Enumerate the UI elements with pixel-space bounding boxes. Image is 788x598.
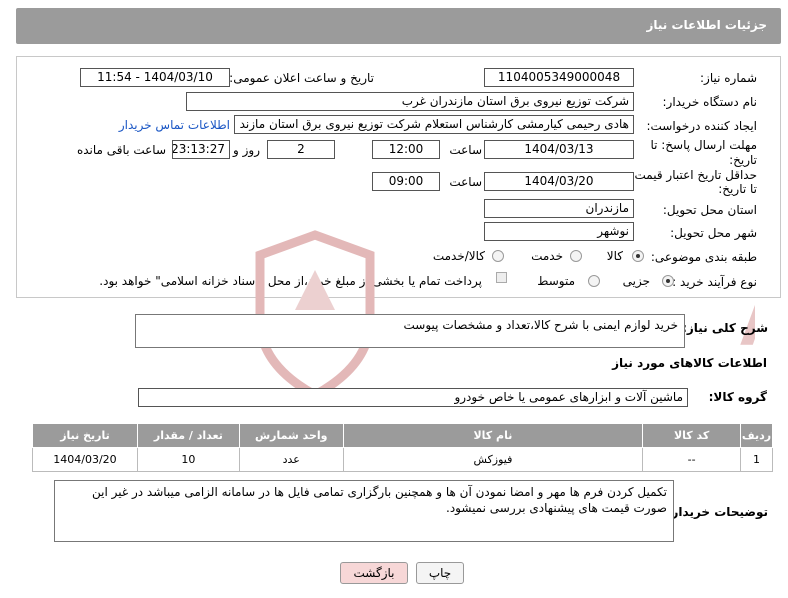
category-option-goods: کالا (606, 249, 623, 263)
back-button[interactable]: بازگشت (340, 562, 408, 584)
need-number-label: شماره نیاز: (700, 71, 757, 85)
col-header-quantity: تعداد / مقدار (136, 423, 240, 448)
print-button[interactable]: چاپ (416, 562, 464, 584)
col-header-goods-code: کد کالا (642, 423, 742, 448)
category-radio-goods[interactable] (632, 250, 644, 262)
creator-field: هادی رحیمی کیارمشی کارشناس استعلام شرکت … (234, 115, 634, 134)
announce-field: 1404/03/10 - 11:54 (80, 68, 230, 87)
category-label: طبقه بندی موضوعی: (650, 250, 757, 264)
deadline-date-field: 1404/03/13 (484, 140, 634, 159)
description-field: خرید لوازم ایمنی با شرح کالا،تعداد و مشخ… (135, 314, 685, 348)
category-option-goods-service: کالا/خدمت (432, 249, 485, 263)
buyer-org-field: شرکت توزیع نیروی برق استان مازندران غرب (186, 92, 634, 111)
process-option-minor: جزیی (622, 274, 650, 288)
page-header: جزئیات اطلاعات نیاز (16, 8, 781, 44)
goods-group-label: گروه کالا: (708, 390, 767, 404)
description-label: شرح کلی نیاز: (682, 321, 768, 335)
category-option-service: خدمت (531, 249, 563, 263)
validity-time-label: ساعت (449, 175, 482, 189)
buyer-notes-label: توضیحات خریدار: (666, 505, 768, 519)
col-header-goods-name: نام کالا (342, 423, 644, 448)
process-label: نوع فرآیند خرید : (672, 275, 757, 289)
buyer-notes-text: تکمیل کردن فرم ها مهر و امضا نمودن آن ها… (92, 485, 667, 515)
need-number-field: 1104005349000048 (484, 68, 634, 87)
days-label: روز و (233, 143, 260, 157)
page-title: جزئیات اطلاعات نیاز (646, 18, 767, 32)
deadline-label-line2: تاریخ: (729, 153, 757, 167)
creator-label: ایجاد کننده درخواست: (646, 119, 757, 133)
remaining-time-field: 23:13:27 (172, 140, 230, 159)
goods-section-title: اطلاعات کالاهای مورد نیاز (612, 356, 767, 370)
table-header-row: ردیف کد کالا نام کالا واحد شمارش تعداد /… (32, 423, 773, 448)
cell-goods-name: فیوزکش (342, 447, 644, 472)
treasury-payment-checkbox[interactable] (496, 272, 507, 283)
city-label: شهر محل تحویل: (670, 226, 757, 240)
province-label: استان محل تحویل: (662, 203, 757, 217)
validity-label-line1: حداقل تاریخ اعتبار قیمت: (630, 168, 757, 182)
description-text: خرید لوازم ایمنی با شرح کالا،تعداد و مشخ… (403, 318, 678, 332)
buyer-org-label: نام دستگاه خریدار: (662, 95, 758, 109)
cell-unit: عدد (238, 447, 344, 472)
category-radio-goods-service[interactable] (492, 250, 504, 262)
treasury-payment-note: پرداخت تمام یا بخشی از مبلغ خرید،از محل … (99, 274, 482, 288)
cell-goods-code: -- (642, 447, 742, 472)
announce-label: تاریخ و ساعت اعلان عمومی: (229, 71, 374, 85)
cell-quantity: 10 (136, 447, 240, 472)
city-field: نوشهر (484, 222, 634, 241)
process-radio-medium[interactable] (588, 275, 600, 287)
remaining-time-label: ساعت باقی مانده (76, 143, 166, 157)
validity-label-line2: تا تاریخ: (718, 182, 757, 196)
process-option-medium: متوسط (537, 274, 575, 288)
buyer-contact-link[interactable]: اطلاعات تماس خریدار (119, 118, 230, 132)
province-field: مازندران (484, 199, 634, 218)
validity-time-field: 09:00 (372, 172, 440, 191)
goods-table: ردیف کد کالا نام کالا واحد شمارش تعداد /… (32, 423, 773, 472)
deadline-label-line1: مهلت ارسال پاسخ: تا (650, 138, 757, 152)
category-radio-service[interactable] (570, 250, 582, 262)
deadline-time-label: ساعت (449, 143, 482, 157)
col-header-unit: واحد شمارش (238, 423, 344, 448)
cell-row-number: 1 (740, 447, 773, 472)
col-header-need-date: تاریخ نیاز (32, 423, 138, 448)
table-row: 1 -- فیوزکش عدد 10 1404/03/20 (32, 447, 773, 472)
goods-group-field: ماشین آلات و ابزارهای عمومی یا خاص خودرو (138, 388, 688, 407)
deadline-time-field: 12:00 (372, 140, 440, 159)
cell-need-date: 1404/03/20 (32, 447, 138, 472)
validity-date-field: 1404/03/20 (484, 172, 634, 191)
days-field: 2 (267, 140, 335, 159)
col-header-row-number: ردیف (740, 423, 773, 448)
process-radio-minor[interactable] (662, 275, 674, 287)
buyer-notes-field: تکمیل کردن فرم ها مهر و امضا نمودن آن ها… (54, 480, 674, 542)
